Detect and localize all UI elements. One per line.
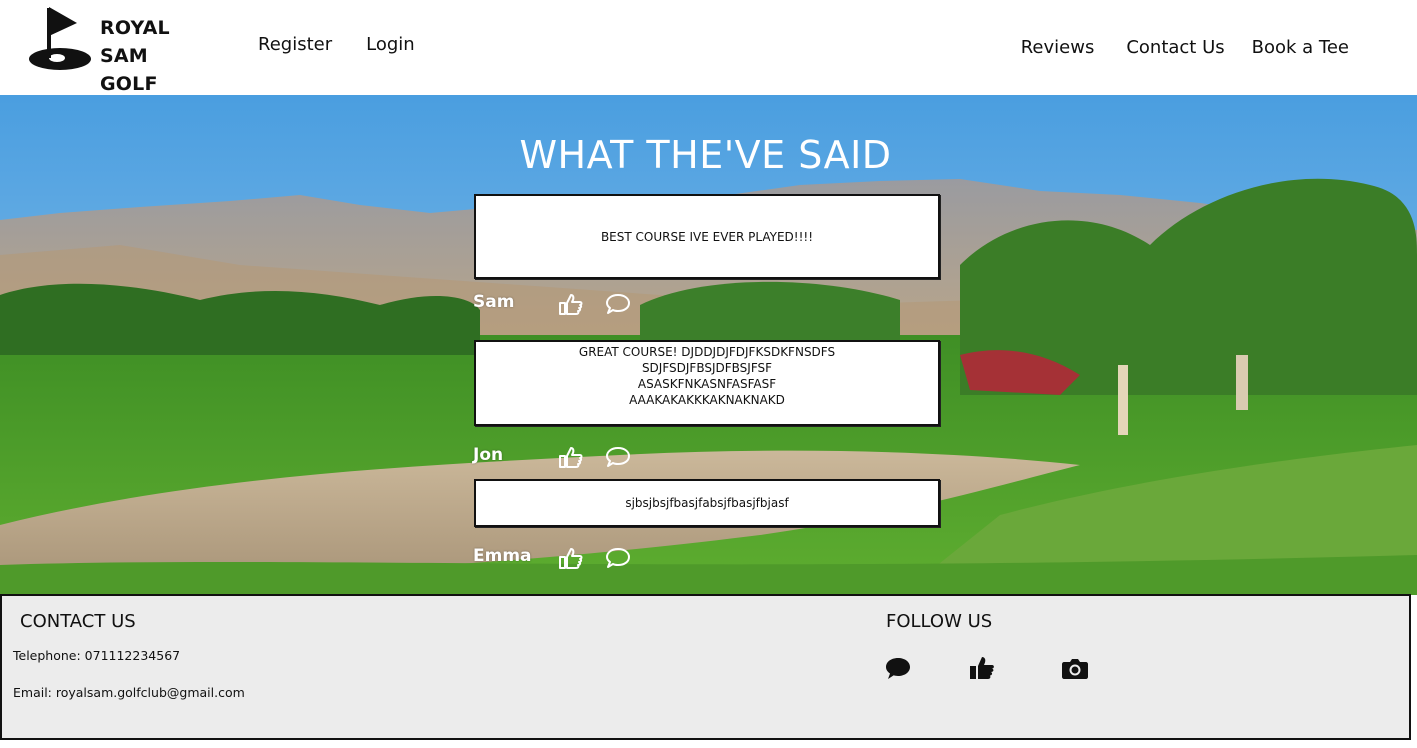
contact-heading: CONTACT US [20, 611, 136, 632]
reviewer-name: Emma [473, 546, 532, 566]
reviews-title: WHAT THE'VE SAID [519, 133, 892, 177]
thumbs-up-icon[interactable] [558, 445, 584, 469]
golf-flag-icon [29, 7, 91, 70]
chat-bubble-icon[interactable] [884, 654, 912, 682]
review-card: sjbsjbsjfbasjfabsjfbasjfbjasf [474, 479, 940, 527]
logo-line-1: ROYAL SAM [100, 17, 170, 67]
comment-icon[interactable] [605, 445, 631, 469]
reviewer-name: Jon [473, 445, 504, 465]
thumbs-up-icon[interactable] [558, 546, 584, 570]
nav-book-a-tee[interactable]: Book a Tee [1252, 37, 1349, 58]
site-header: ROYAL SAM GOLF CLUB Register Login Revie… [0, 0, 1417, 123]
follow-heading: FOLLOW US [886, 611, 993, 632]
logo[interactable]: ROYAL SAM GOLF CLUB [28, 6, 218, 123]
review-text: sjbsjbsjfbasjfabsjfbasjfbjasf [625, 496, 789, 510]
review-text-line: GREAT COURSE! DJDDJDJFDJFKSDKFNSDFS [578, 345, 836, 359]
review-text-line: SDJFSDJFBSJDFBSJFSF [641, 361, 773, 375]
site-footer: CONTACT US Telephone: 071112234567 Email… [0, 594, 1411, 740]
nav-register[interactable]: Register [258, 34, 332, 55]
reviews-hero: WHAT THE'VE SAID BEST COURSE IVE EVER PL… [0, 95, 1417, 595]
review-card: GREAT COURSE! DJDDJDJFDJFKSDKFNSDFS SDJF… [474, 340, 940, 426]
comment-icon[interactable] [605, 546, 631, 570]
telephone-text: Telephone: 071112234567 [13, 648, 181, 663]
camera-icon[interactable] [1061, 654, 1089, 682]
nav-right: Reviews Contact Us Book a Tee [989, 37, 1349, 58]
review-text-line: ASASKFNKASNFASFASF [637, 377, 777, 391]
review-text: BEST COURSE IVE EVER PLAYED!!!! [600, 229, 814, 244]
thumbs-up-icon[interactable] [968, 654, 996, 682]
reviewer-name: Sam [473, 292, 515, 312]
nav-contact-us[interactable]: Contact Us [1126, 37, 1224, 58]
email-text: Email: royalsam.golfclub@gmail.com [13, 685, 245, 700]
nav-reviews[interactable]: Reviews [1021, 37, 1095, 58]
nav-login[interactable]: Login [366, 34, 415, 55]
comment-icon[interactable] [605, 292, 631, 316]
thumbs-up-icon[interactable] [558, 292, 584, 316]
nav-left: Register Login [258, 34, 415, 55]
review-card: BEST COURSE IVE EVER PLAYED!!!! [474, 194, 940, 279]
review-text-line: AAAKAKAKKKAKNAKNAKD [629, 393, 785, 407]
